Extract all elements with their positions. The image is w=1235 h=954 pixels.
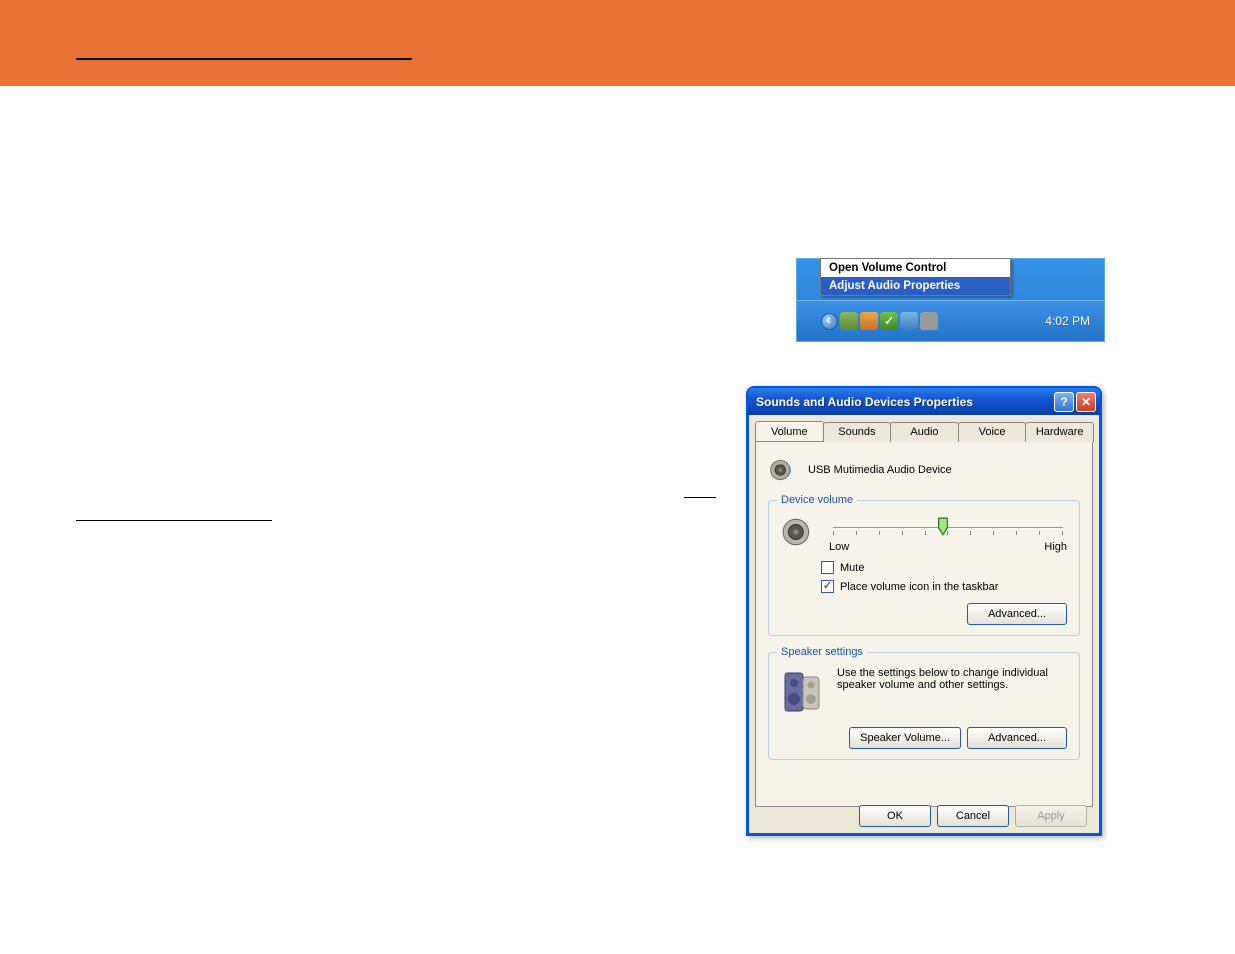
tab-volume[interactable]: Volume	[755, 421, 824, 441]
tab-body: USB Mutimedia Audio Device Device volume	[755, 441, 1093, 807]
device-volume-group: Device volume	[768, 500, 1080, 636]
mid-underline	[684, 497, 716, 498]
tray-icon-shield[interactable]	[880, 312, 898, 330]
page-header	[0, 0, 1235, 86]
tray-icon-checkbox[interactable]	[821, 580, 834, 593]
volume-slider-thumb[interactable]	[938, 517, 949, 536]
dialog-buttons: OK Cancel Apply	[749, 805, 1099, 827]
dialog-title: Sounds and Audio Devices Properties	[756, 395, 1054, 409]
cancel-button[interactable]: Cancel	[937, 805, 1009, 827]
mute-label: Mute	[840, 562, 864, 574]
header-underline	[76, 58, 412, 60]
taskbar: 4:02 PM	[797, 300, 1104, 341]
sounds-audio-dialog: Sounds and Audio Devices Properties ? ✕ …	[746, 386, 1102, 836]
tray-expand-icon[interactable]	[821, 313, 838, 330]
close-button[interactable]: ✕	[1076, 392, 1096, 412]
system-tray	[821, 312, 938, 330]
speaker-settings-legend: Speaker settings	[777, 646, 867, 658]
volume-high-label: High	[1044, 541, 1067, 553]
tray-icon-volume[interactable]	[920, 312, 938, 330]
tab-audio[interactable]: Audio	[890, 422, 959, 442]
tray-icon-1[interactable]	[840, 312, 858, 330]
speaker-volume-button[interactable]: Speaker Volume...	[849, 727, 961, 749]
dialog-tabs: Volume Sounds Audio Voice Hardware	[755, 421, 1093, 441]
device-row: USB Mutimedia Audio Device	[768, 456, 1080, 484]
tray-icon-label: Place volume icon in the taskbar	[840, 581, 998, 593]
volume-speaker-icon	[781, 515, 815, 549]
taskbar-clock[interactable]: 4:02 PM	[1045, 314, 1090, 328]
tray-icon-2[interactable]	[860, 312, 878, 330]
speaker-advanced-button[interactable]: Advanced...	[967, 727, 1067, 749]
device-name: USB Mutimedia Audio Device	[808, 464, 952, 476]
device-volume-advanced-button[interactable]: Advanced...	[967, 603, 1067, 625]
desktop-speakers-icon	[781, 667, 825, 717]
tab-hardware[interactable]: Hardware	[1025, 422, 1094, 442]
volume-low-label: Low	[829, 541, 849, 553]
menu-item-open-volume-control[interactable]: Open Volume Control	[821, 259, 1010, 277]
tab-voice[interactable]: Voice	[958, 422, 1027, 442]
dialog-titlebar[interactable]: Sounds and Audio Devices Properties ? ✕	[748, 388, 1100, 415]
apply-button[interactable]: Apply	[1015, 805, 1087, 827]
device-volume-legend: Device volume	[777, 494, 857, 506]
speaker-settings-group: Speaker settings Use the settings below …	[768, 652, 1080, 760]
speaker-icon	[768, 456, 796, 484]
help-button[interactable]: ?	[1054, 392, 1074, 412]
menu-item-adjust-audio-properties[interactable]: Adjust Audio Properties	[821, 277, 1010, 295]
left-underline	[76, 520, 272, 521]
tab-sounds[interactable]: Sounds	[823, 422, 892, 442]
volume-slider[interactable]	[833, 519, 1063, 539]
volume-context-menu: Open Volume Control Adjust Audio Propert…	[820, 258, 1011, 296]
ok-button[interactable]: OK	[859, 805, 931, 827]
mute-checkbox[interactable]	[821, 561, 834, 574]
tray-icon-4[interactable]	[900, 312, 918, 330]
speaker-settings-text: Use the settings below to change individ…	[837, 667, 1067, 691]
